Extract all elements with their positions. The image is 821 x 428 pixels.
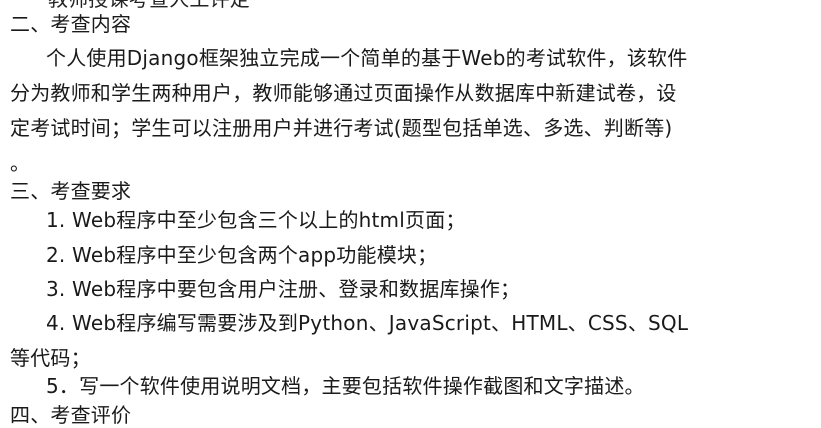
requirement-item-2: 2. Web程序中至少包含两个app功能模块； — [46, 243, 438, 267]
content-paragraph-line-2: 分为教师和学生两种用户，教师能够通过页面操作从数据库中新建试卷，设 — [10, 81, 677, 105]
requirement-item-4: 4. Web程序编写需要涉及到Python、JavaScript、HTML、CS… — [46, 311, 689, 335]
requirement-item-4-continued: 等代码； — [10, 346, 91, 370]
content-paragraph-line-1: 个人使用Django框架独立完成一个简单的基于Web的考试软件，该软件 — [46, 46, 688, 70]
content-paragraph-line-4: 。 — [10, 151, 31, 175]
content-paragraph-line-3: 定考试时间；学生可以注册用户并进行考试(题型包括单选、多选、判断等) — [10, 116, 673, 140]
requirement-item-3: 3. Web程序中要包含用户注册、登录和数据库操作； — [46, 277, 521, 301]
section-heading-requirements: 三、考查要求 — [10, 179, 132, 203]
section-heading-evaluation: 四、考查评价 — [10, 403, 132, 427]
document-page: 教师授课考查人工评定 二、考查内容 个人使用Django框架独立完成一个简单的基… — [0, 0, 821, 427]
section-heading-content: 二、考查内容 — [10, 12, 132, 36]
requirement-item-1: 1. Web程序中至少包含三个以上的html页面； — [46, 208, 466, 232]
requirement-item-5: 5．写一个软件使用说明文档，主要包括软件操作截图和文字描述。 — [46, 374, 645, 398]
